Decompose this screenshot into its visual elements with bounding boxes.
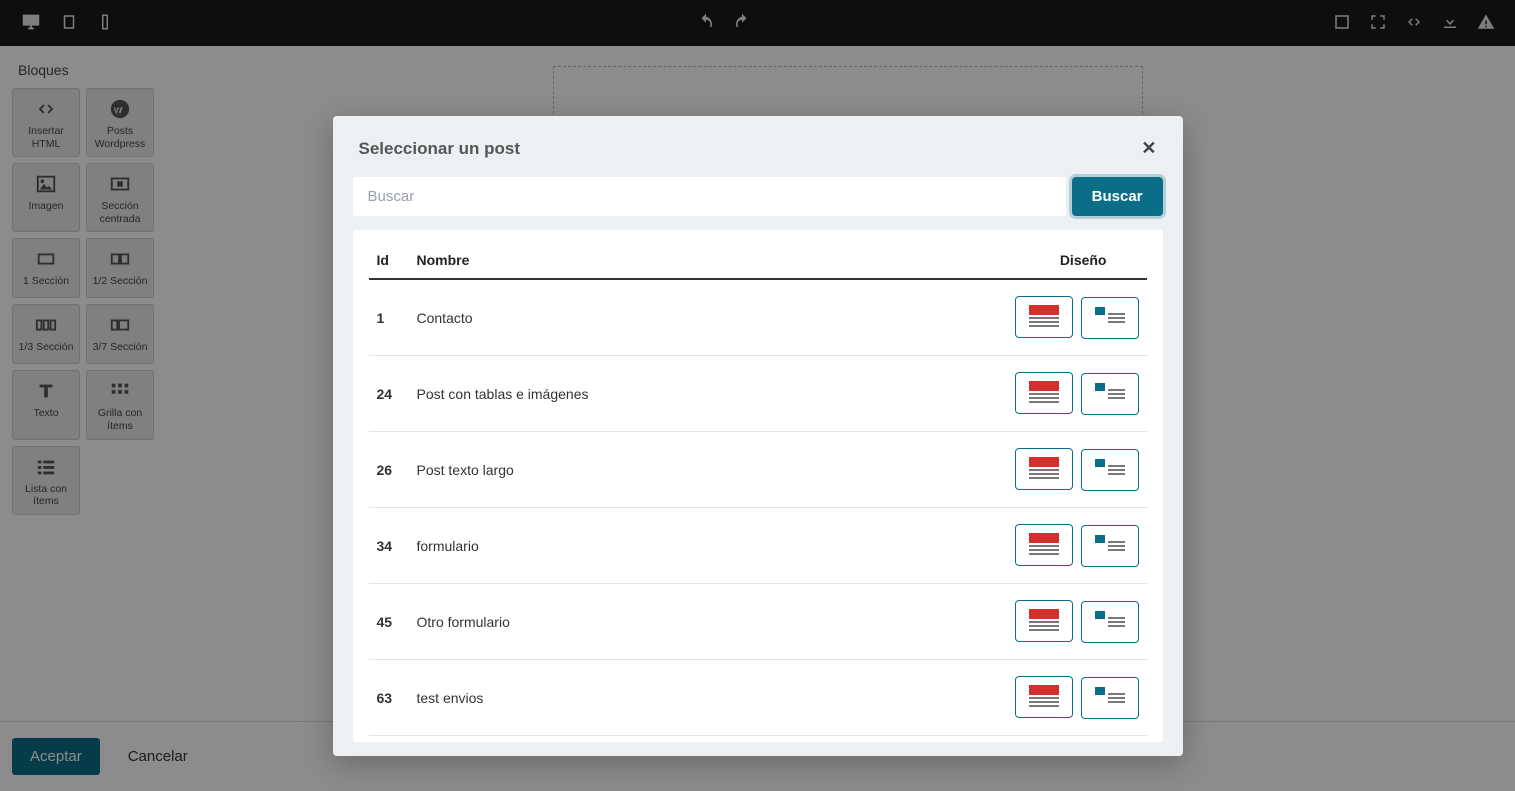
row-name: Otro formulario xyxy=(409,584,967,660)
row-id: 1 xyxy=(369,279,409,356)
layout-full-button[interactable] xyxy=(1015,676,1073,718)
row-name: Post texto largo xyxy=(409,432,967,508)
layout-side-icon xyxy=(1095,535,1125,557)
table-row: 24Post con tablas e imágenes xyxy=(369,356,1147,432)
row-id: 45 xyxy=(369,584,409,660)
layout-side-button[interactable] xyxy=(1081,677,1139,719)
layout-side-button[interactable] xyxy=(1081,449,1139,491)
layout-full-icon xyxy=(1029,457,1059,481)
row-name: test envios xyxy=(409,660,967,736)
table-row: 45Otro formulario xyxy=(369,584,1147,660)
close-icon: ✕ xyxy=(1141,138,1156,158)
layout-full-button[interactable] xyxy=(1015,524,1073,566)
layout-side-button[interactable] xyxy=(1081,601,1139,643)
col-design: Diseño xyxy=(967,242,1147,279)
row-name: Post con tablas e imágenes xyxy=(409,356,967,432)
select-post-modal: Seleccionar un post ✕ Buscar Id Nombre D… xyxy=(333,116,1183,756)
row-id: 34 xyxy=(369,508,409,584)
layout-full-button[interactable] xyxy=(1015,296,1073,338)
layout-side-button[interactable] xyxy=(1081,373,1139,415)
table-row: 34formulario xyxy=(369,508,1147,584)
layout-side-button[interactable] xyxy=(1081,297,1139,339)
table-row: 1Contacto xyxy=(369,279,1147,356)
col-name: Nombre xyxy=(409,242,967,279)
col-id: Id xyxy=(369,242,409,279)
table-row: 26Post texto largo xyxy=(369,432,1147,508)
modal-close-button[interactable]: ✕ xyxy=(1141,138,1156,159)
layout-full-button[interactable] xyxy=(1015,448,1073,490)
layout-side-icon xyxy=(1095,383,1125,405)
row-id: 63 xyxy=(369,660,409,736)
layout-full-icon xyxy=(1029,685,1059,709)
layout-side-icon xyxy=(1095,611,1125,633)
posts-table: Id Nombre Diseño 1Contacto24Post con tab… xyxy=(369,242,1147,736)
layout-side-icon xyxy=(1095,459,1125,481)
layout-full-button[interactable] xyxy=(1015,600,1073,642)
layout-full-icon xyxy=(1029,305,1059,329)
modal-title: Seleccionar un post xyxy=(359,139,521,159)
layout-full-button[interactable] xyxy=(1015,372,1073,414)
row-id: 24 xyxy=(369,356,409,432)
search-input[interactable] xyxy=(353,177,1066,216)
table-row: 63test envios xyxy=(369,660,1147,736)
layout-side-icon xyxy=(1095,687,1125,709)
layout-full-icon xyxy=(1029,533,1059,557)
row-name: formulario xyxy=(409,508,967,584)
layout-side-button[interactable] xyxy=(1081,525,1139,567)
layout-side-icon xyxy=(1095,307,1125,329)
row-name: Contacto xyxy=(409,279,967,356)
row-id: 26 xyxy=(369,432,409,508)
layout-full-icon xyxy=(1029,381,1059,405)
layout-full-icon xyxy=(1029,609,1059,633)
search-button[interactable]: Buscar xyxy=(1072,177,1163,216)
